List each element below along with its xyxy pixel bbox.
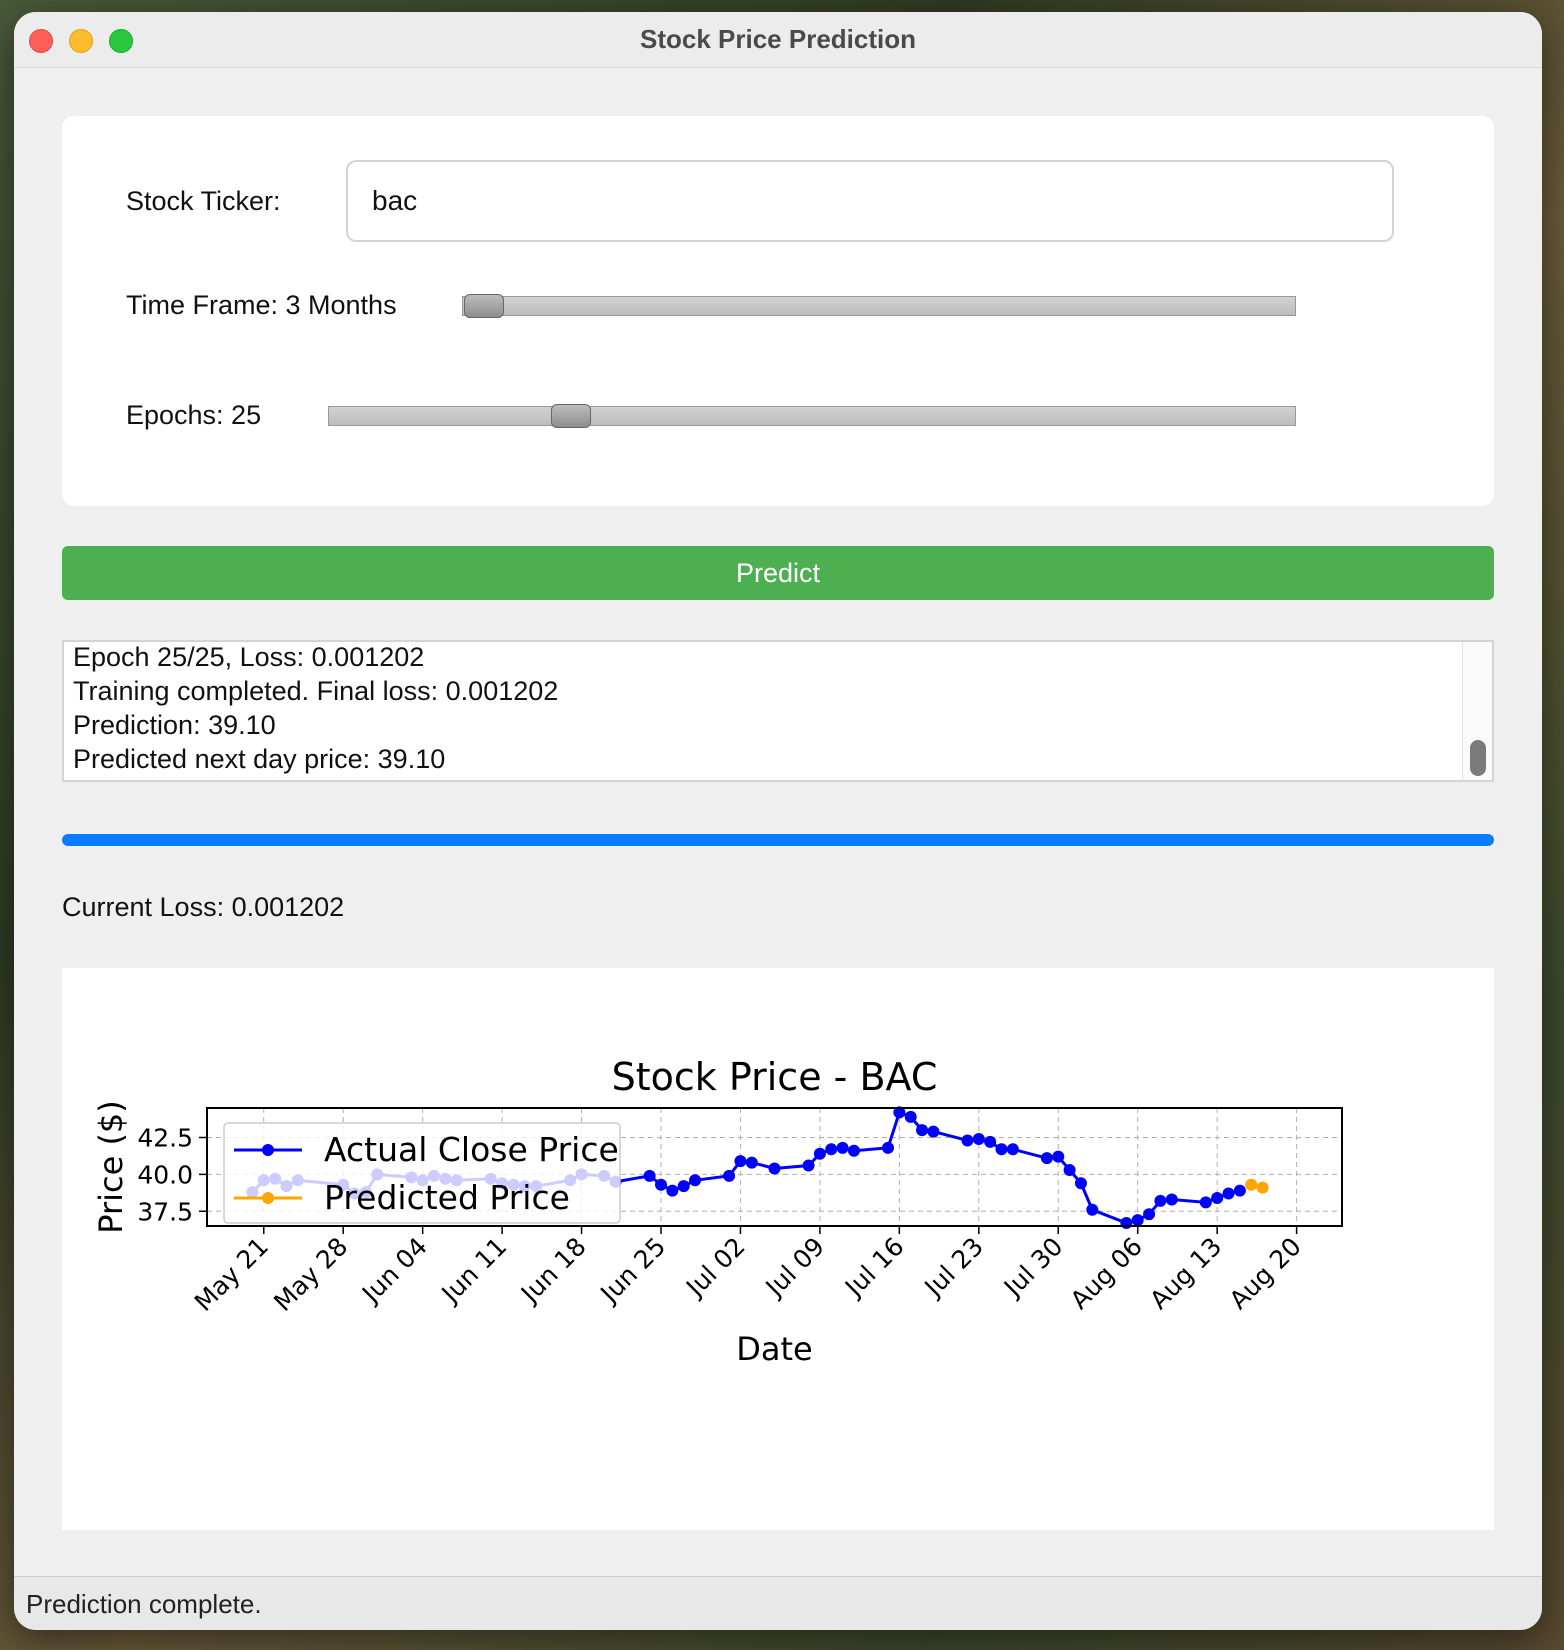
- data-point: [802, 1159, 815, 1172]
- maximize-window-button[interactable]: [109, 29, 133, 53]
- close-window-button[interactable]: [29, 29, 53, 53]
- x-tick-label: Jul 23: [918, 1232, 989, 1303]
- x-tick-label: Jun 18: [514, 1232, 592, 1310]
- chart-panel: Stock Price - BAC May 21 May 28 Jun 04 Jun 1…: [62, 968, 1494, 1530]
- training-log[interactable]: Epoch 25/25, Loss: 0.001202 Training com…: [62, 640, 1494, 782]
- log-line: Predicted next day price: 39.10: [73, 744, 446, 774]
- data-point: [882, 1141, 894, 1154]
- progress-bar-fill: [62, 834, 1494, 846]
- x-tick-label: Jun 11: [435, 1232, 513, 1310]
- data-point: [1154, 1194, 1167, 1207]
- epochs-slider-handle[interactable]: [550, 404, 591, 428]
- y-axis-label: Price ($): [92, 1100, 130, 1234]
- ticker-label: Stock Ticker:: [126, 186, 281, 216]
- predict-button[interactable]: Predict: [62, 546, 1494, 600]
- data-point: [904, 1110, 917, 1123]
- data-point: [1211, 1191, 1224, 1204]
- x-tick-label: Aug 13: [1144, 1232, 1227, 1315]
- x-tick-label: Aug 20: [1224, 1232, 1307, 1315]
- data-point: [1256, 1181, 1269, 1194]
- data-point: [1040, 1152, 1053, 1165]
- data-point: [1063, 1163, 1076, 1176]
- log-line: Epoch 25/25, Loss: 0.001202: [73, 642, 425, 672]
- x-tick-label: May 21: [189, 1232, 274, 1317]
- data-point: [825, 1143, 838, 1156]
- minimize-window-button[interactable]: [69, 29, 93, 53]
- progress-bar: [62, 834, 1494, 846]
- data-point: [689, 1174, 702, 1187]
- data-point: [984, 1135, 997, 1148]
- data-point: [972, 1132, 985, 1145]
- data-point: [1120, 1217, 1133, 1230]
- data-point: [1165, 1193, 1178, 1206]
- data-point: [961, 1134, 974, 1147]
- x-tick-label: Jul 09: [759, 1232, 830, 1303]
- log-line: Prediction: 39.10: [73, 710, 276, 740]
- data-point: [1131, 1214, 1144, 1227]
- epochs-slider[interactable]: [328, 404, 1296, 428]
- epochs-label: Epochs: 25: [126, 400, 262, 430]
- chart-title: Stock Price - BAC: [612, 1055, 938, 1099]
- x-tick-label: May 28: [268, 1232, 353, 1317]
- x-tick-label: Jul 02: [679, 1232, 750, 1303]
- timeframe-slider[interactable]: [462, 294, 1296, 318]
- data-point: [836, 1141, 849, 1154]
- log-line: Training completed. Final loss: 0.001202: [73, 676, 559, 706]
- settings-panel: Stock Ticker: bac Time Frame: 3 Months E…: [62, 116, 1494, 506]
- legend-label: Predicted Price: [324, 1178, 570, 1217]
- x-tick-label: Jun 25: [594, 1232, 672, 1310]
- x-tick-label: Aug 06: [1065, 1232, 1148, 1315]
- data-point: [1222, 1187, 1235, 1200]
- data-point: [995, 1143, 1008, 1156]
- data-point: [847, 1144, 860, 1157]
- data-point: [1233, 1184, 1246, 1197]
- timeframe-label: Time Frame: 3 Months: [126, 290, 397, 320]
- y-tick-label: 40.0: [137, 1160, 193, 1189]
- data-point: [768, 1162, 781, 1175]
- app-window: Stock Price Prediction Stock Ticker: bac…: [14, 12, 1542, 1630]
- data-point: [666, 1184, 679, 1197]
- y-tick-label: 37.5: [137, 1197, 193, 1226]
- status-bar: Prediction complete.: [14, 1576, 1542, 1630]
- data-point: [1052, 1150, 1065, 1163]
- y-tick-label: 42.5: [137, 1124, 193, 1153]
- x-tick-label: Jul 30: [997, 1232, 1068, 1303]
- x-tick-label: Jul 16: [838, 1232, 909, 1303]
- legend-marker: [262, 1144, 274, 1156]
- data-point: [813, 1147, 826, 1160]
- log-scrollbar[interactable]: [1462, 642, 1492, 780]
- x-tick-label: Jun 04: [355, 1232, 433, 1310]
- data-point: [655, 1178, 667, 1191]
- timeframe-slider-handle[interactable]: [463, 294, 504, 318]
- chart-legend: Actual Close Price Predicted Price: [223, 1122, 621, 1224]
- title-bar: Stock Price Prediction: [14, 12, 1542, 68]
- current-loss-label: Current Loss: 0.001202: [62, 892, 345, 922]
- data-point: [1143, 1208, 1156, 1221]
- data-point: [1199, 1196, 1212, 1209]
- legend-marker: [262, 1192, 274, 1204]
- window-title: Stock Price Prediction: [640, 24, 916, 54]
- data-point: [1006, 1143, 1019, 1156]
- price-chart: Stock Price - BACMay 21May 28 Jun 04 Jun 1…: [92, 1055, 1343, 1368]
- data-point: [643, 1169, 656, 1182]
- data-point: [1086, 1203, 1099, 1216]
- data-point: [734, 1155, 747, 1168]
- ticker-input[interactable]: bac: [346, 160, 1394, 242]
- data-point: [916, 1124, 929, 1137]
- data-point: [723, 1169, 736, 1182]
- x-axis-label: Date: [736, 1330, 812, 1368]
- data-point: [927, 1125, 940, 1138]
- data-point: [677, 1180, 690, 1193]
- legend-label: Actual Close Price: [324, 1130, 619, 1169]
- data-point: [1074, 1177, 1087, 1190]
- log-scrollbar-thumb[interactable]: [1470, 740, 1486, 776]
- data-point: [1245, 1178, 1258, 1191]
- data-point: [745, 1156, 758, 1169]
